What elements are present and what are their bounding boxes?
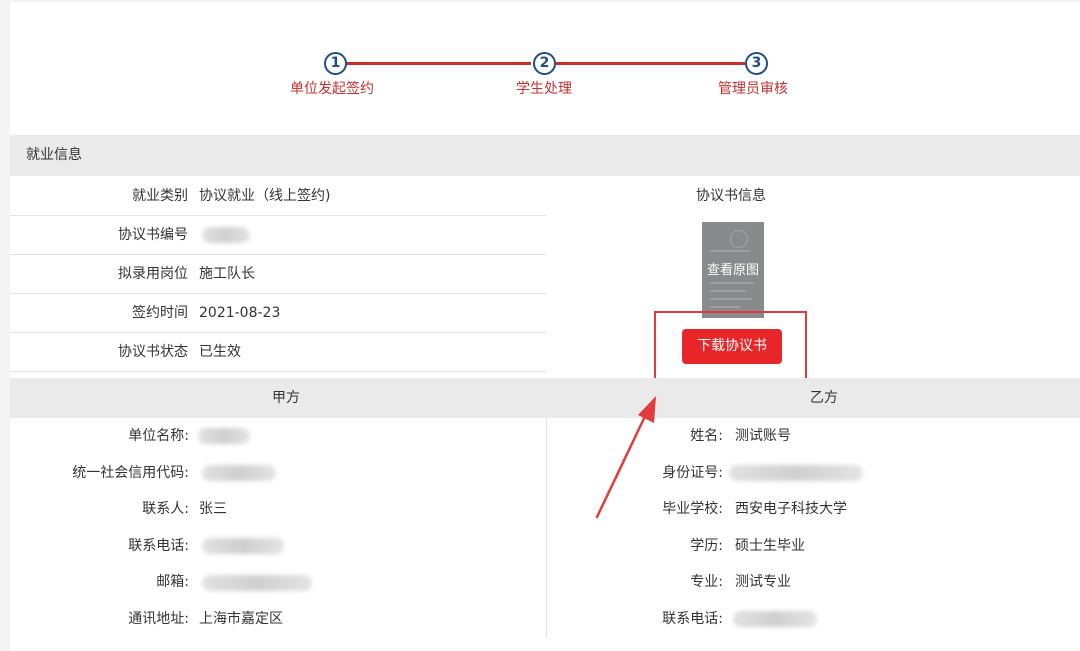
redacted-value [733,611,817,627]
step-connector [345,62,531,65]
redacted-value [202,538,284,554]
redacted-value [202,465,276,481]
document-line [710,250,750,252]
info-label: 协议书状态 [118,344,188,360]
document-line [710,282,754,284]
left-border [0,0,10,651]
info-value: 已生效 [199,344,241,360]
step-1-indicator: 1 [324,52,347,75]
redacted-value [198,428,250,444]
party-a-label: 邮箱: [156,574,189,590]
party-b-label: 专业: [690,574,723,590]
party-a-value: 张三 [199,501,227,517]
info-value: 施工队长 [199,266,255,282]
party-a-label: 通讯地址: [128,611,189,627]
page: 1 2 3 单位发起签约 学生处理 管理员审核 就业信息 就业类别 协议就业（线… [0,0,1080,651]
agreement-thumbnail[interactable]: 查看原图 [702,222,764,318]
info-value: 2021-08-23 [199,305,281,321]
party-a-row: 联系电话: [10,528,546,564]
step-2-indicator: 2 [533,52,556,75]
party-a-label: 联系人: [142,501,189,517]
stamp-icon [730,230,748,248]
info-row-status: 协议书状态 已生效 [10,333,546,372]
party-b-label: 联系电话: [662,611,723,627]
download-agreement-button[interactable]: 下载协议书 [682,329,782,364]
document-line [710,298,752,300]
step-2-label: 学生处理 [516,81,572,97]
redacted-value [202,575,312,591]
party-a-row: 联系人: 张三 [10,491,546,527]
party-b-row: 联系电话: [547,601,1080,637]
info-label: 拟录用岗位 [118,266,188,282]
party-b-label: 毕业学校: [662,501,723,517]
info-value: 协议就业（线上签约) [199,188,331,204]
redacted-value [729,465,863,481]
view-original-link[interactable]: 查看原图 [702,259,764,278]
party-a-label: 单位名称: [128,428,189,444]
party-a-row: 单位名称: [10,418,546,454]
party-a-row: 统一社会信用代码: [10,455,546,491]
party-b-value: 测试账号 [735,428,791,444]
step-3-indicator: 3 [745,52,768,75]
party-a-label: 联系电话: [128,538,189,554]
party-b-label: 学历: [690,538,723,554]
party-a-row: 邮箱: [10,564,546,600]
party-b-value: 硕士生毕业 [735,538,805,554]
top-border [0,0,1080,2]
info-row-type: 就业类别 协议就业（线上签约) [10,177,546,216]
document-line [710,290,746,292]
step-1-label: 单位发起签约 [290,81,374,97]
party-b-title: 乙方 [810,390,838,406]
info-label: 协议书编号 [118,227,188,243]
party-a-label: 统一社会信用代码: [72,465,189,481]
party-a-title: 甲方 [272,390,300,406]
party-b-value: 西安电子科技大学 [735,501,847,517]
party-header: 甲方 乙方 [10,378,1080,418]
info-label: 签约时间 [132,305,188,321]
party-b-label: 姓名: [690,428,723,444]
party-b-row: 专业: 测试专业 [547,564,1080,600]
step-3-label: 管理员审核 [718,81,788,97]
annotation-arrow-icon [595,396,656,519]
party-a-value: 上海市嘉定区 [199,611,283,627]
party-b-value: 测试专业 [735,574,791,590]
agreement-title: 协议书信息 [696,188,766,204]
info-label: 就业类别 [132,188,188,204]
info-row-sign-date: 签约时间 2021-08-23 [10,294,546,333]
redacted-value [202,227,250,243]
step-connector [556,62,745,65]
document-line [710,306,740,308]
party-b-row: 学历: 硕士生毕业 [547,528,1080,564]
info-row-position: 拟录用岗位 施工队长 [10,255,546,294]
section-header: 就业信息 [10,135,1080,176]
info-row-agreement-number: 协议书编号 [10,216,546,255]
party-b-label: 身份证号: [662,465,723,481]
party-a-row: 通讯地址: 上海市嘉定区 [10,601,546,637]
